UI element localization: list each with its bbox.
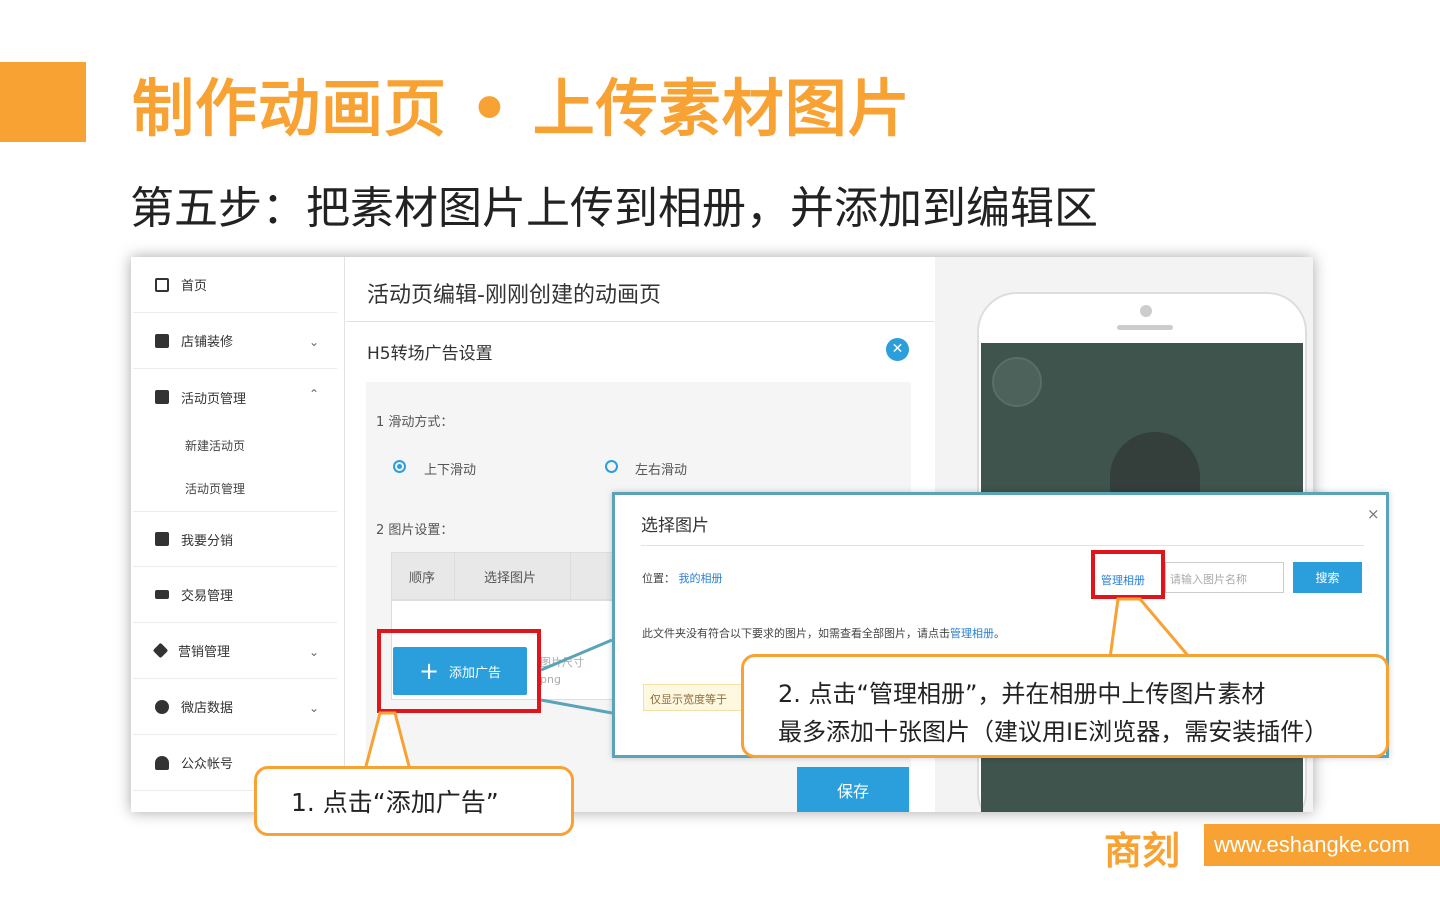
user-icon bbox=[155, 755, 169, 770]
step1-label: 1 滑动方式： bbox=[376, 415, 454, 430]
brand-url: www.eshangke.com bbox=[1204, 824, 1440, 866]
notice-badge: 仅显示宽度等于 bbox=[643, 684, 743, 711]
phone-camera bbox=[1140, 305, 1152, 317]
radio-checked-icon[interactable] bbox=[393, 460, 406, 473]
tag-icon bbox=[152, 642, 169, 659]
sidebar-item-label: 微店数据 bbox=[181, 701, 234, 716]
highlight-manage-album bbox=[1091, 550, 1165, 599]
step2-label: 2 图片设置： bbox=[376, 523, 454, 538]
close-icon[interactable]: ✕ bbox=[886, 338, 909, 361]
sidebar-item-marketing[interactable]: 营销管理 ⌄ bbox=[133, 623, 337, 679]
brand-logo: 商刻 bbox=[1104, 829, 1181, 873]
sidebar-item-activity[interactable]: 活动页管理 ⌃ bbox=[133, 369, 337, 425]
empty-end: 。 bbox=[994, 627, 1005, 640]
slide-subtitle: 第五步：把素材图片上传到相册，并添加到编辑区 bbox=[130, 183, 1098, 234]
bag-icon bbox=[155, 390, 169, 404]
accent-bar bbox=[0, 62, 86, 142]
dialog-close-icon[interactable]: × bbox=[1367, 505, 1380, 523]
chevron-down-icon: ⌄ bbox=[308, 645, 319, 659]
format-hint: png bbox=[540, 673, 561, 686]
callout-step1: 1. 点击“添加广告” bbox=[254, 766, 574, 836]
sidebar-item-label: 交易管理 bbox=[181, 589, 234, 604]
column-divider bbox=[454, 552, 455, 600]
chevron-down-icon: ⌄ bbox=[308, 335, 319, 349]
callout-step2-line1: 2. 点击“管理相册”，并在相册中上传图片素材 bbox=[778, 680, 1266, 708]
sidebar-subitem-manage[interactable]: 活动页管理 bbox=[185, 480, 245, 497]
sidebar-item-label: 我要分销 bbox=[181, 533, 234, 549]
radio-vertical-label[interactable]: 上下滑动 bbox=[424, 459, 476, 478]
callout-step2-line2: 最多添加十张图片（建议用IE浏览器，需安装插件） bbox=[778, 718, 1329, 746]
location-label: 位置： bbox=[642, 572, 675, 585]
size-hint: 图片尺寸 bbox=[540, 656, 584, 669]
slide-title: 制作动画页 • 上传素材图片 bbox=[132, 72, 911, 145]
grid-icon bbox=[155, 277, 169, 292]
radio-unchecked-icon[interactable] bbox=[605, 460, 618, 473]
my-album-link[interactable]: 我的相册 bbox=[679, 572, 723, 585]
sidebar-item-label: 公众帐号 bbox=[181, 757, 234, 772]
chevron-down-icon: ⌄ bbox=[308, 701, 319, 715]
sidebar-subitem-new[interactable]: 新建活动页 bbox=[185, 437, 245, 454]
pie-icon bbox=[155, 699, 169, 714]
sidebar-item-distribution[interactable]: 我要分销 bbox=[133, 511, 337, 567]
phone-speaker bbox=[1117, 325, 1173, 330]
column-order: 顺序 bbox=[409, 571, 436, 586]
sidebar: 首页 店铺装修 ⌄ 活动页管理 ⌃ 新建活动页 活动页管理 我要分销 交易管理 bbox=[131, 257, 345, 812]
dialog-title: 选择图片 bbox=[641, 516, 709, 536]
radio-horizontal-label[interactable]: 左右滑动 bbox=[635, 459, 687, 478]
divider bbox=[346, 321, 934, 322]
card-icon bbox=[155, 590, 169, 599]
sidebar-item-label: 活动页管理 bbox=[181, 391, 247, 407]
empty-manage-link[interactable]: 管理相册 bbox=[950, 627, 994, 640]
store-icon bbox=[155, 333, 169, 348]
slide: 制作动画页 • 上传素材图片 第五步：把素材图片上传到相册，并添加到编辑区 首页… bbox=[0, 0, 1440, 900]
search-input[interactable]: 请输入图片名称 bbox=[1165, 562, 1284, 593]
sidebar-item-label: 店铺装修 bbox=[181, 335, 234, 350]
search-button[interactable]: 搜索 bbox=[1293, 562, 1362, 593]
callout-step2: 2. 点击“管理相册”，并在相册中上传图片素材 最多添加十张图片（建议用IE浏览… bbox=[741, 654, 1389, 758]
sidebar-item-store[interactable]: 店铺装修 ⌄ bbox=[133, 313, 337, 369]
sidebar-item-home[interactable]: 首页 bbox=[133, 257, 337, 313]
column-select: 选择图片 bbox=[484, 571, 537, 586]
save-button[interactable]: 保存 bbox=[797, 767, 909, 812]
column-divider bbox=[570, 552, 571, 600]
highlight-add-ad bbox=[377, 629, 541, 713]
empty-text: 此文件夹没有符合以下要求的图片，如需查看全部图片，请点击 bbox=[642, 627, 950, 640]
sidebar-item-trade[interactable]: 交易管理 bbox=[133, 567, 337, 623]
divider bbox=[641, 545, 1364, 546]
chevron-up-icon: ⌃ bbox=[308, 387, 319, 401]
sidebar-item-label: 首页 bbox=[181, 279, 208, 294]
sidebar-item-data[interactable]: 微店数据 ⌄ bbox=[133, 679, 337, 735]
page-title: 活动页编辑-刚刚创建的动画页 bbox=[367, 283, 661, 308]
location-row: 位置： 我的相册 bbox=[642, 570, 723, 586]
lock-bag-icon bbox=[155, 532, 169, 546]
store-logo-icon bbox=[992, 357, 1042, 407]
panel-title: H5转场广告设置 bbox=[367, 344, 493, 364]
empty-message: 此文件夹没有符合以下要求的图片，如需查看全部图片，请点击管理相册。 bbox=[642, 625, 1005, 641]
sidebar-item-label: 营销管理 bbox=[178, 645, 231, 660]
